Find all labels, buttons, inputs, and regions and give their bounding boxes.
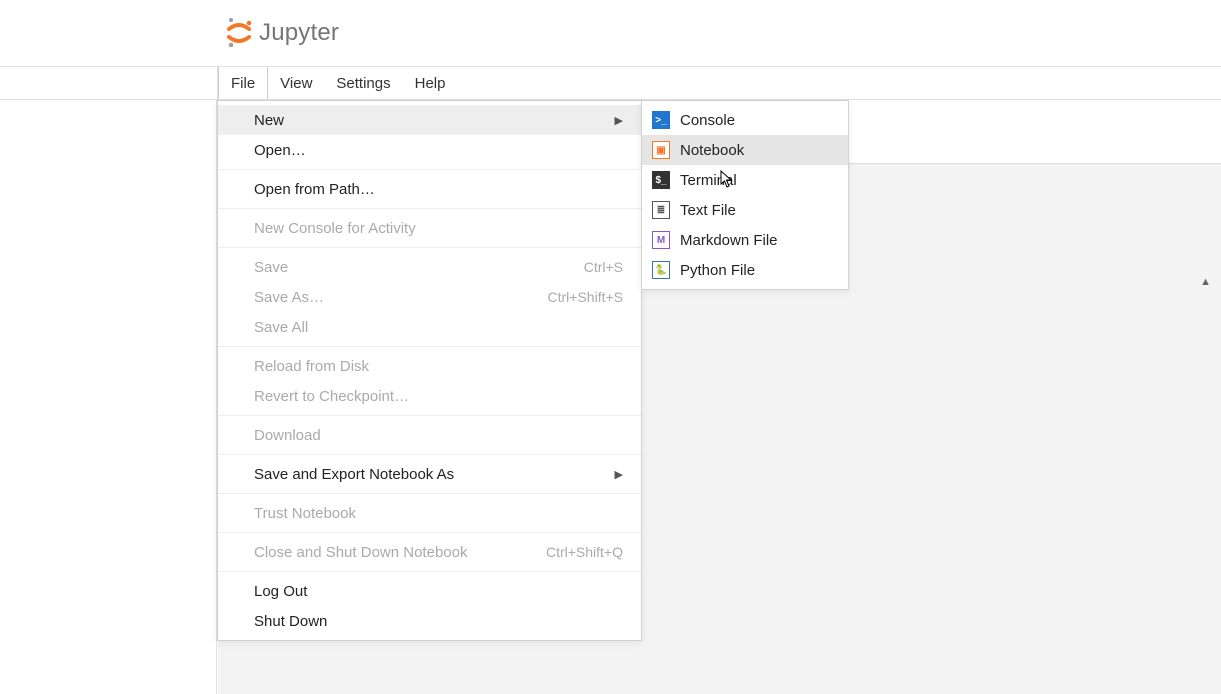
- file-menu-item-label: Trust Notebook: [254, 505, 356, 522]
- console-icon: >_: [652, 111, 670, 129]
- submenu-caret-icon: ▶: [615, 468, 623, 481]
- file-menu-item: Revert to Checkpoint…: [218, 381, 641, 411]
- file-menu-item: New Console for Activity: [218, 213, 641, 243]
- file-menu-item-label: Save All: [254, 319, 308, 336]
- file-menu-item-label: Open…: [254, 142, 306, 159]
- file-menu-item[interactable]: Shut Down: [218, 606, 641, 636]
- menubar: FileViewSettingsHelp: [0, 67, 1221, 100]
- file-menu-item: Close and Shut Down Notebook Ctrl+Shift+Q: [218, 537, 641, 567]
- new-submenu-item[interactable]: M Markdown File: [642, 225, 848, 255]
- new-submenu-item[interactable]: >_ Console: [642, 105, 848, 135]
- file-menu-item-label: Save and Export Notebook As: [254, 466, 454, 483]
- file-menu-item[interactable]: Open from Path…: [218, 174, 641, 204]
- menu-file[interactable]: File: [218, 67, 268, 99]
- file-menu-item-label: Reload from Disk: [254, 358, 369, 375]
- file-menu-item-label: New Console for Activity: [254, 220, 416, 237]
- file-menu-item: Reload from Disk: [218, 351, 641, 381]
- collapse-caret-icon[interactable]: ▲: [1200, 276, 1211, 288]
- python-icon: 🐍: [652, 261, 670, 279]
- file-menu-item: Save As… Ctrl+Shift+S: [218, 282, 641, 312]
- menu-shortcut: Ctrl+Shift+S: [548, 289, 623, 305]
- jupyter-logo-text: Jupyter: [259, 19, 339, 47]
- file-menu-item: Save Ctrl+S: [218, 252, 641, 282]
- file-menu-item[interactable]: Save and Export Notebook As ▶: [218, 459, 641, 489]
- file-menu-item: Save All: [218, 312, 641, 342]
- file-menu-item-label: Close and Shut Down Notebook: [254, 544, 467, 561]
- app-header: Jupyter: [0, 0, 1221, 67]
- file-menu-item-label: Log Out: [254, 583, 307, 600]
- new-submenu-item-label: Text File: [680, 202, 736, 219]
- file-menu-item-label: Save As…: [254, 289, 324, 306]
- file-menu-item[interactable]: Open…: [218, 135, 641, 165]
- jupyter-logo-icon: [225, 17, 253, 50]
- file-menu-item: Download: [218, 420, 641, 450]
- file-menu-item-label: Revert to Checkpoint…: [254, 388, 409, 405]
- textfile-icon: ≣: [652, 201, 670, 219]
- new-submenu-item[interactable]: ≣ Text File: [642, 195, 848, 225]
- left-sidebar: [0, 100, 217, 694]
- new-submenu-item[interactable]: ▣ Notebook: [642, 135, 848, 165]
- new-submenu-item-label: Console: [680, 112, 735, 129]
- new-submenu-item-label: Python File: [680, 262, 755, 279]
- file-menu-item-label: New: [254, 112, 284, 129]
- file-menu-item-label: Save: [254, 259, 288, 276]
- file-menu-dropdown: New ▶ Open… Open from Path… New Console for …: [217, 100, 642, 641]
- terminal-icon: $_: [652, 171, 670, 189]
- new-submenu-item[interactable]: 🐍 Python File: [642, 255, 848, 285]
- menu-view[interactable]: View: [268, 67, 324, 99]
- file-menu-item: Trust Notebook: [218, 498, 641, 528]
- menu-help[interactable]: Help: [403, 67, 458, 99]
- menu-settings[interactable]: Settings: [324, 67, 402, 99]
- file-menu-item-label: Open from Path…: [254, 181, 375, 198]
- file-menu-item-label: Download: [254, 427, 321, 444]
- new-submenu-item-label: Markdown File: [680, 232, 778, 249]
- file-new-submenu: >_ Console ▣ Notebook $_ Terminal ≣ Text File MM…: [641, 100, 849, 290]
- jupyter-logo[interactable]: Jupyter: [225, 17, 339, 50]
- file-menu-item-label: Shut Down: [254, 613, 327, 630]
- notebook-icon: ▣: [652, 141, 670, 159]
- menu-shortcut: Ctrl+Shift+Q: [546, 544, 623, 560]
- new-submenu-item[interactable]: $_ Terminal: [642, 165, 848, 195]
- new-submenu-item-label: Terminal: [680, 172, 737, 189]
- file-menu-item[interactable]: Log Out: [218, 576, 641, 606]
- markdown-icon: M: [652, 231, 670, 249]
- new-submenu-item-label: Notebook: [680, 142, 744, 159]
- file-menu-item[interactable]: New ▶: [218, 105, 641, 135]
- menu-shortcut: Ctrl+S: [584, 259, 623, 275]
- submenu-caret-icon: ▶: [615, 114, 623, 127]
